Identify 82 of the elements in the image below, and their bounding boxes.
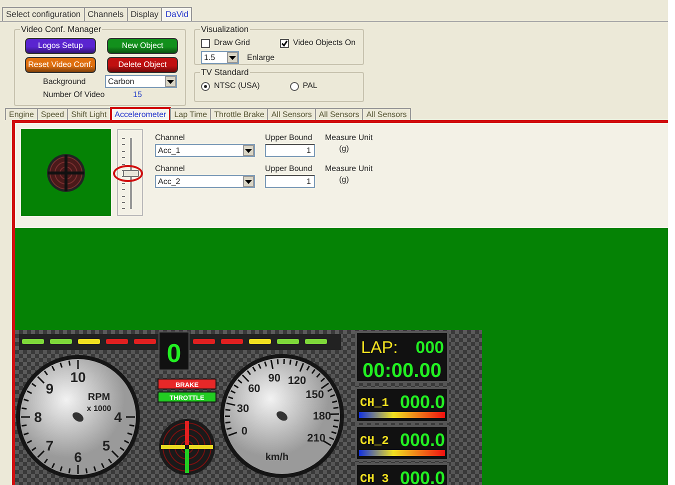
brake-indicator: [158, 378, 216, 390]
unit-label: Measure Unit: [325, 133, 374, 143]
bound-label: Upper Bound: [265, 164, 314, 174]
throttle-indicator: [158, 392, 216, 402]
group-title: Visualization: [200, 24, 250, 34]
gauge-number: 9: [46, 380, 54, 397]
button[interactable]: Logos Setup: [25, 38, 96, 54]
checkbox-label: Draw Grid: [214, 38, 250, 48]
caret-icon: [229, 56, 236, 60]
tab[interactable]: Speed: [36, 108, 68, 120]
gauge-number: 0: [241, 426, 248, 438]
gauge-number: 90: [268, 372, 281, 385]
gauge-number: 120: [288, 374, 306, 387]
channel-value: 000.0: [400, 430, 445, 450]
gauge-number: 10: [70, 369, 86, 385]
gauge-number: 180: [312, 410, 332, 423]
gear-display: [158, 332, 190, 370]
slider-thumb[interactable]: [123, 170, 139, 176]
caret-icon: [245, 180, 252, 184]
zoom-dropdown[interactable]: 1.5: [201, 51, 239, 64]
background-label: Background: [43, 76, 87, 87]
lap-count: 000: [416, 338, 444, 357]
caret-icon: [167, 80, 174, 84]
checkbox[interactable]: [201, 38, 210, 48]
tab[interactable]: All Sensors: [267, 108, 316, 120]
gauge-unit: km/h: [265, 452, 289, 463]
background-dropdown[interactable]: Carbon: [105, 75, 177, 88]
gauge-number: 7: [46, 437, 54, 454]
channel-name: CH_1: [360, 396, 389, 410]
radio-button[interactable]: [201, 82, 210, 90]
unit-label: Measure Unit: [325, 164, 374, 174]
gauge-number: 150: [306, 389, 324, 402]
gauge-number: 5: [102, 437, 110, 454]
channel-dropdown[interactable]: Acc_2: [155, 175, 255, 188]
channel-name: CH 3: [360, 472, 389, 485]
gauge-unit: RPM: [88, 392, 110, 403]
bound-field[interactable]: 1: [265, 175, 315, 188]
unit-value: (g): [338, 175, 350, 186]
bound-label: Upper Bound: [265, 133, 314, 143]
checkbox-label: Video Objects On: [293, 38, 356, 48]
checkbox[interactable]: [280, 38, 290, 48]
group-title: TV Standard: [200, 67, 250, 77]
button[interactable]: New Object: [107, 38, 178, 54]
tab[interactable]: All Sensors: [314, 108, 364, 120]
channel-label: Channel: [155, 133, 186, 143]
crosshair-drawing: [159, 419, 215, 475]
crosshair-icon: [46, 152, 86, 192]
channel-value: 000.0: [400, 468, 445, 485]
number-value: 15: [133, 90, 142, 100]
gear-value: 0: [166, 338, 182, 368]
tab[interactable]: Accelerometer: [110, 107, 172, 120]
radio-label: PAL: [302, 81, 318, 91]
tab[interactable]: Lap Time: [170, 108, 212, 120]
lap-time: 00:00.00: [362, 360, 442, 382]
tab[interactable]: All Sensors: [362, 108, 411, 120]
gauge-number: 8: [34, 409, 42, 425]
radio-label: NTSC (USA): [214, 81, 260, 91]
tab[interactable]: Shift Light: [67, 108, 111, 120]
number-label: Number Of Video: [43, 90, 106, 100]
gauge-number: 30: [236, 403, 250, 415]
zoom-label: Enlarge: [247, 52, 275, 62]
channel-name: CH_2: [360, 434, 389, 448]
tab[interactable]: Throttle Brake: [210, 108, 268, 120]
gauge-number: 210: [307, 432, 326, 445]
tab[interactable]: Select configuration: [2, 7, 85, 21]
unit-value: (g): [338, 144, 350, 155]
channel-dropdown[interactable]: Acc_1: [155, 144, 255, 157]
caret-icon: [245, 148, 252, 152]
tab[interactable]: Display: [126, 7, 162, 21]
bound-field[interactable]: 1: [265, 144, 315, 157]
gauge-number: 6: [74, 449, 82, 465]
gauge-number: 4: [114, 409, 122, 425]
radio-button[interactable]: [290, 82, 299, 90]
lap-label: LAP:: [361, 338, 398, 357]
tab[interactable]: DaVid: [161, 7, 192, 21]
gauge-multiplier: x 1000: [86, 404, 112, 413]
gauge-number: 60: [248, 383, 260, 396]
button[interactable]: Delete Object: [107, 57, 178, 73]
channel-label: Channel: [155, 164, 186, 174]
group-title: Video Conf. Manager: [20, 24, 102, 34]
tab[interactable]: Engine: [5, 108, 38, 120]
channel-value: 000.0: [400, 392, 445, 412]
